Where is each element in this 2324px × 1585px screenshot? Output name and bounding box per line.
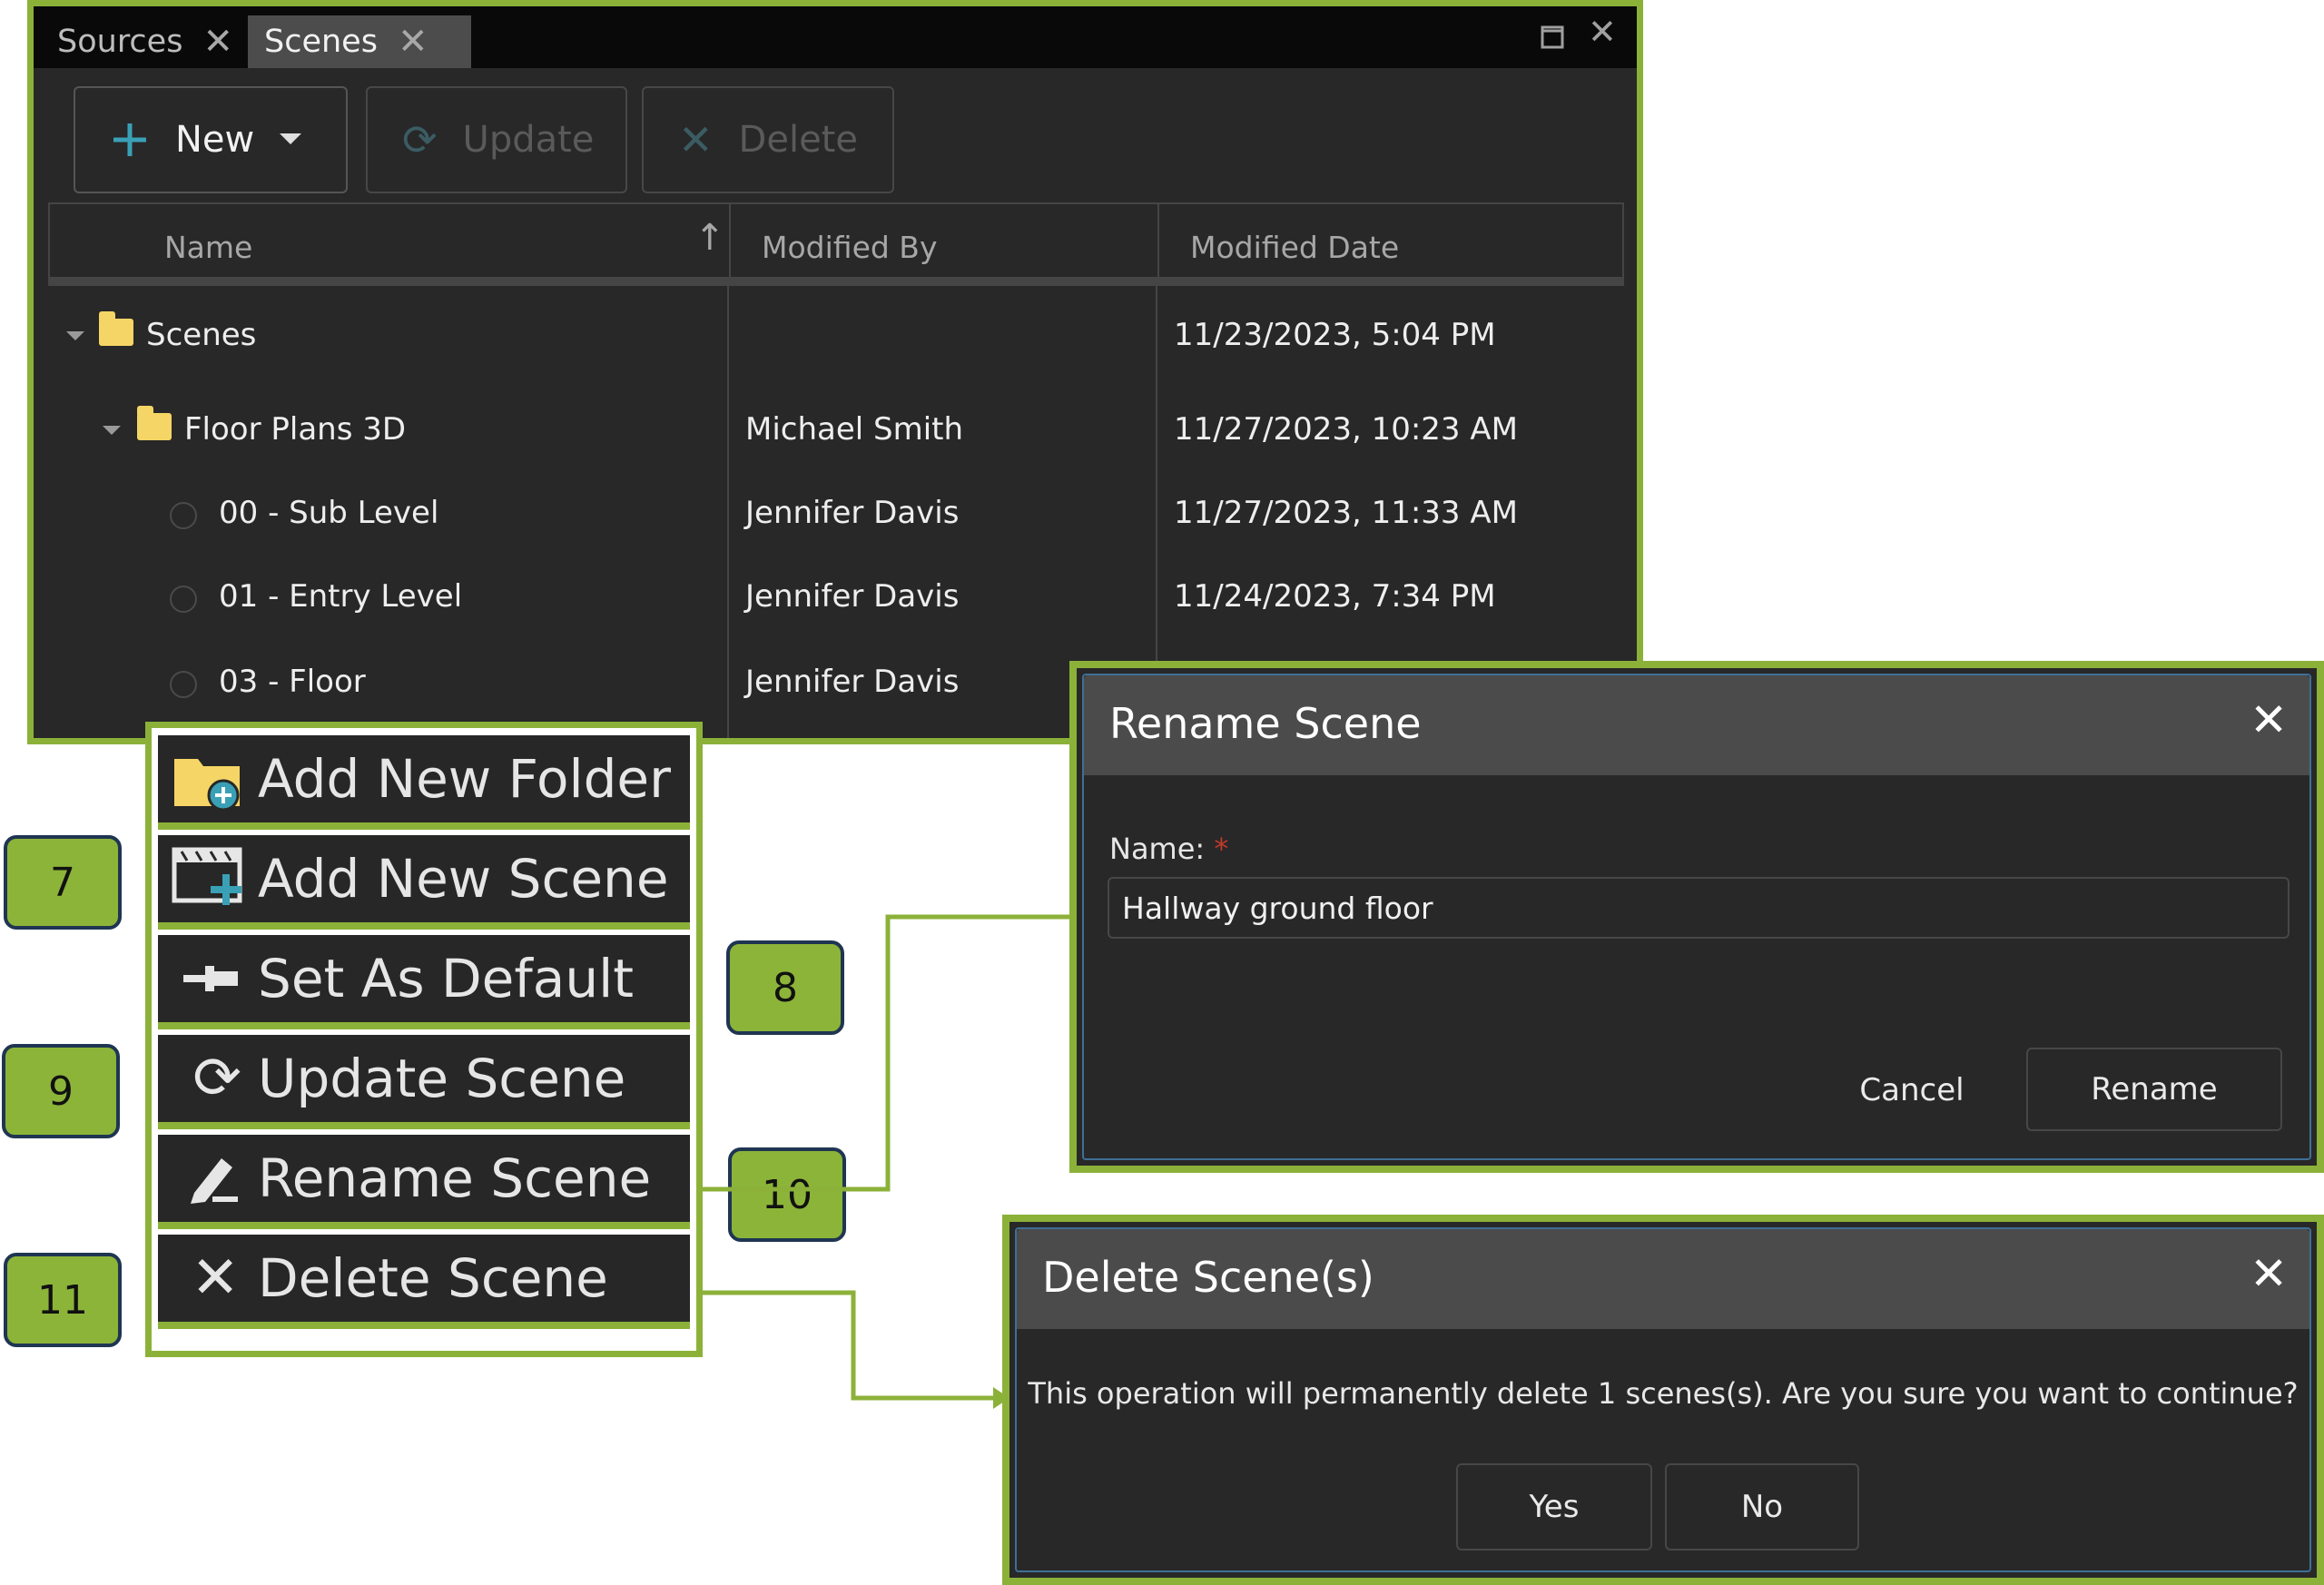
dialog-title: Delete Scene(s) bbox=[1042, 1253, 1374, 1302]
required-mark: * bbox=[1214, 832, 1229, 866]
rename-scene-dialog: Rename Scene ✕ Name: * Hallway ground fl… bbox=[1069, 661, 2324, 1173]
connector-rename bbox=[699, 914, 1071, 1192]
scene-name-value: Hallway ground floor bbox=[1122, 890, 1433, 926]
dialog-title: Rename Scene bbox=[1109, 699, 1422, 748]
delete-scene-dialog: Delete Scene(s) ✕ This operation will pe… bbox=[1002, 1215, 2324, 1585]
cancel-button[interactable]: Cancel bbox=[1807, 1049, 2017, 1131]
scene-name-input[interactable]: Hallway ground floor bbox=[1108, 877, 2290, 939]
connector-delete bbox=[699, 1290, 993, 1401]
name-label: Name: bbox=[1109, 832, 1206, 866]
name-field-label: Name: * bbox=[1109, 832, 1228, 866]
dialog-header: Rename Scene ✕ bbox=[1084, 675, 2309, 775]
no-button[interactable]: No bbox=[1665, 1463, 1859, 1551]
rename-button[interactable]: Rename bbox=[2026, 1048, 2282, 1131]
rename-dialog-body: Rename Scene ✕ Name: * Hallway ground fl… bbox=[1082, 674, 2311, 1160]
close-icon[interactable]: ✕ bbox=[2250, 697, 2288, 743]
dialog-header: Delete Scene(s) ✕ bbox=[1017, 1229, 2309, 1329]
delete-confirmation-message: This operation will permanently delete 1… bbox=[1028, 1376, 2299, 1411]
delete-dialog-body: Delete Scene(s) ✕ This operation will pe… bbox=[1015, 1227, 2311, 1572]
close-icon[interactable]: ✕ bbox=[2250, 1251, 2288, 1296]
yes-button[interactable]: Yes bbox=[1456, 1463, 1652, 1551]
